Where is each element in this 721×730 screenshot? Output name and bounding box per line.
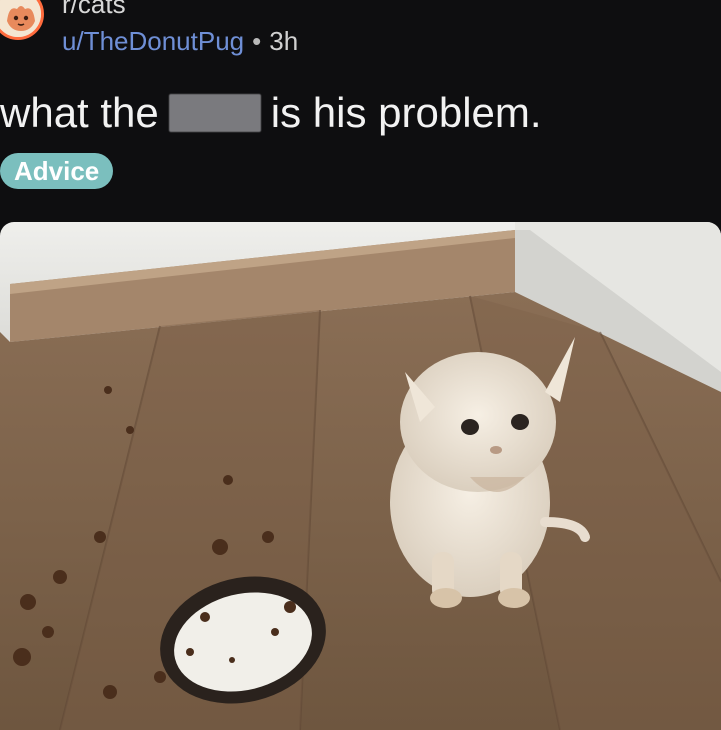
author-username[interactable]: u/TheDonutPug bbox=[62, 26, 244, 56]
post-meta: u/TheDonutPug • 3h bbox=[62, 26, 298, 56]
title-text-start: what the bbox=[0, 88, 159, 136]
post-image[interactable] bbox=[0, 222, 721, 730]
subreddit-name[interactable]: r/cats bbox=[62, 0, 126, 17]
censor-bar bbox=[168, 93, 261, 132]
post-title[interactable]: what the is his problem. bbox=[0, 84, 542, 139]
kitten-photo bbox=[0, 222, 721, 730]
meta-separator: • bbox=[252, 26, 262, 56]
post-age: 3h bbox=[269, 26, 299, 56]
title-text-end: is his problem. bbox=[270, 88, 542, 136]
post-flair-badge[interactable]: Advice bbox=[0, 153, 114, 189]
post-header: r/cats u/TheDonutPug • 3h bbox=[0, 0, 721, 60]
subreddit-avatar-icon[interactable] bbox=[0, 0, 44, 40]
